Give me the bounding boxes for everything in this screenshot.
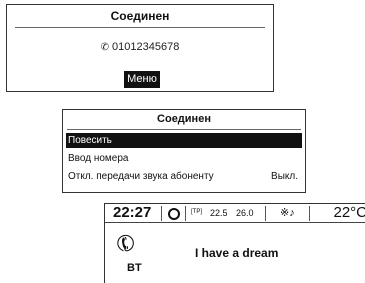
menu-item-enter-number[interactable]: Ввод номера xyxy=(66,151,302,166)
radio-icon xyxy=(168,208,180,220)
title-divider xyxy=(15,27,265,28)
menu-item-label: Откл. передачи звука абоненту xyxy=(68,171,214,182)
clock: 22:27 xyxy=(113,204,152,221)
menu-item-label: Ввод номера xyxy=(68,153,129,164)
handset-icon: ✆ xyxy=(111,228,141,260)
connected-call-screen: Соединен ✆ 01012345678 Меню xyxy=(6,4,274,92)
temperature-left: 22.5 xyxy=(210,208,228,218)
menu-title: Соединен xyxy=(157,113,211,125)
outside-temperature: 22°C xyxy=(333,204,365,221)
menu-item-value: Выкл. xyxy=(271,171,298,182)
handset-icon: ✆ xyxy=(100,42,110,53)
info-display: 22:27 [TP] 22.5 26.0 ※♪ 22°C ✆ BT I have… xyxy=(104,203,365,283)
divider xyxy=(309,206,310,221)
active-call-line: ✆ 01012345678 xyxy=(7,41,273,53)
phone-number: 01012345678 xyxy=(112,41,180,53)
divider xyxy=(161,206,162,221)
temperature-right: 26.0 xyxy=(236,208,254,218)
tp-indicator: [TP] xyxy=(191,209,203,215)
divider xyxy=(185,206,186,221)
connected-menu: Соединен Повесить Ввод номера Откл. пере… xyxy=(62,109,306,193)
menu-item-hang-up[interactable]: Повесить xyxy=(66,133,302,148)
title-divider xyxy=(67,129,301,130)
status-bar: 22:27 [TP] 22.5 26.0 ※♪ 22°C xyxy=(105,204,365,223)
bluetooth-music-icon: ※♪ xyxy=(280,207,295,219)
audio-source-label: BT xyxy=(127,262,142,274)
menu-item-label: Повесить xyxy=(68,135,112,146)
screen-title: Соединен xyxy=(110,9,170,23)
menu-button[interactable]: Меню xyxy=(124,71,160,88)
menu-item-mute-outgoing-audio[interactable]: Откл. передачи звука абоненту Выкл. xyxy=(66,169,302,184)
divider xyxy=(265,206,266,221)
caller-name: I have a dream xyxy=(195,246,279,260)
